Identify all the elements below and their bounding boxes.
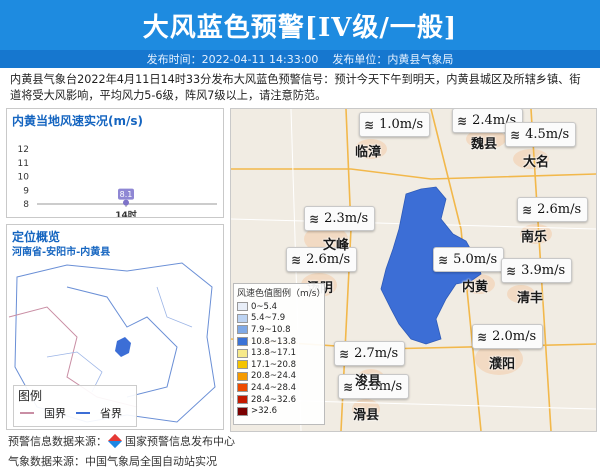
y-tick-label: 10 <box>18 173 30 183</box>
wind-icon: ≋ <box>506 263 517 278</box>
wind-legend-swatch <box>237 337 248 347</box>
wind-badge: ≋ 2.3m/s <box>304 206 376 231</box>
overview-legend-title: 图例 <box>18 389 43 403</box>
wind-legend-swatch <box>237 406 248 416</box>
wind-icon: ≋ <box>522 202 533 217</box>
overview-legend: 图例 国界 省界 <box>13 385 137 427</box>
wind-icon: ≋ <box>309 211 320 226</box>
wind-legend-item: 13.8~17.1 <box>234 347 324 359</box>
wind-legend-label: 0~5.4 <box>251 301 278 312</box>
wind-legend-label: 28.4~32.6 <box>251 394 296 405</box>
wind-legend-swatch <box>237 302 248 312</box>
city-label: 大名 <box>523 155 550 170</box>
warning-source-name: 国家预警信息发布中心 <box>125 435 235 448</box>
wind-icon: ≋ <box>457 113 468 128</box>
wind-icon: ≋ <box>339 346 350 361</box>
wind-legend-swatch <box>237 360 248 370</box>
city-label: 南乐 <box>521 230 548 245</box>
wind-legend-swatch <box>237 325 248 335</box>
city-label: 文峰 <box>323 238 350 253</box>
warning-source: 预警信息数据来源： 国家预警信息发布中心 <box>8 433 235 449</box>
wind-badge: ≋ 5.0m/s <box>433 247 505 272</box>
publish-time: 发布时间：2022-04-11 14:33:00 <box>146 53 319 66</box>
wind-badge: ≋ 4.5m/s <box>505 122 577 147</box>
wind-speed-point <box>123 199 129 206</box>
wind-legend-label: 5.4~7.9 <box>251 313 286 324</box>
wind-speed-chart: 12 11 10 9 8 8.1 14时 <box>18 145 217 217</box>
wind-legend-label: 13.8~17.1 <box>251 348 296 359</box>
wind-legend-swatch <box>237 313 248 323</box>
wind-legend-swatch <box>237 371 248 381</box>
wind-legend-label: 17.1~20.8 <box>251 359 296 370</box>
wind-color-legend: 风速色值图例（m/s） 0~5.4 5.4~7.9 7.9~10.8 10.8~13.… <box>233 283 326 425</box>
warning-center-logo-icon <box>107 433 123 449</box>
wind-legend-item: 28.4~32.6 <box>234 394 324 406</box>
wind-icon: ≋ <box>364 117 375 132</box>
wind-legend-swatch <box>237 395 248 405</box>
wind-legend-title: 风速色值图例（m/s） <box>237 289 326 299</box>
wind-badge: ≋ 1.0m/s <box>359 112 431 137</box>
wind-legend-label: 7.9~10.8 <box>251 324 291 335</box>
wind-badge: ≋ 3.9m/s <box>501 258 573 283</box>
city-label: 浚县 <box>355 374 382 389</box>
wind-legend-label: 10.8~13.8 <box>251 336 296 347</box>
wind-badge: ≋ 2.7m/s <box>334 341 406 366</box>
wind-legend-item: 7.9~10.8 <box>234 324 324 336</box>
city-label: 清丰 <box>517 291 544 306</box>
y-tick-label: 9 <box>23 186 29 196</box>
warning-description: 内黄县气象台2022年4月11日14时33分发布大风蓝色预警信号：预计今天下午到… <box>10 73 581 102</box>
wind-icon: ≋ <box>510 127 521 142</box>
wind-legend-item: 0~5.4 <box>234 301 324 313</box>
wind-legend-item: 10.8~13.8 <box>234 336 324 348</box>
wind-speed-panel: 内黄当地风速实况(m/s) 12 11 10 9 8 8.1 14时 <box>6 108 224 218</box>
y-tick-label: 11 <box>18 159 29 169</box>
data-label: 8.1 <box>120 190 133 199</box>
wind-legend-label: >32.6 <box>251 406 278 417</box>
wind-icon: ≋ <box>477 329 488 344</box>
wind-legend-item: 17.1~20.8 <box>234 359 324 371</box>
y-tick-label: 12 <box>18 145 29 155</box>
weather-source: 气象数据来源：中国气象局全国自动站实况 <box>8 455 217 468</box>
warning-title: 大风蓝色预警[IV级/一般] <box>142 12 458 43</box>
wind-legend-label: 20.8~24.4 <box>251 371 296 382</box>
location-path: 河南省-安阳市-内黄县 <box>12 247 111 258</box>
wind-legend-item: >32.6 <box>234 405 324 417</box>
legend-province-border: 省界 <box>100 407 122 420</box>
city-label: 魏县 <box>471 137 498 152</box>
wind-legend-swatch <box>237 348 248 358</box>
wind-legend-swatch <box>237 383 248 393</box>
wind-legend-label: 24.4~28.4 <box>251 382 296 393</box>
wind-icon: ≋ <box>438 252 449 267</box>
wind-badge: ≋ 2.0m/s <box>472 324 544 349</box>
x-tick-label: 14时 <box>115 209 137 217</box>
wind-badge: ≋ 2.6m/s <box>517 197 589 222</box>
city-label: 临漳 <box>355 145 382 160</box>
wind-icon: ≋ <box>291 252 302 267</box>
wind-legend-item: 5.4~7.9 <box>234 313 324 325</box>
publish-info-bar: 发布时间：2022-04-11 14:33:00 发布单位：内黄县气象局 <box>0 50 600 68</box>
y-tick-label: 8 <box>23 200 29 210</box>
publish-unit: 发布单位：内黄县气象局 <box>332 53 454 66</box>
wind-legend-item: 24.4~28.4 <box>234 382 324 394</box>
city-label: 滑县 <box>353 408 380 423</box>
location-panel: 定位概览 河南省-安阳市-内黄县 图例 国界 省界 <box>6 224 224 430</box>
legend-country-border: 国界 <box>44 407 66 420</box>
city-label: 濮阳 <box>489 357 516 372</box>
city-label: 内黄 <box>462 280 489 295</box>
warning-banner: 大风蓝色预警[IV级/一般] <box>0 0 600 50</box>
wind-legend-item: 20.8~24.4 <box>234 371 324 383</box>
wind-icon: ≋ <box>343 379 354 394</box>
